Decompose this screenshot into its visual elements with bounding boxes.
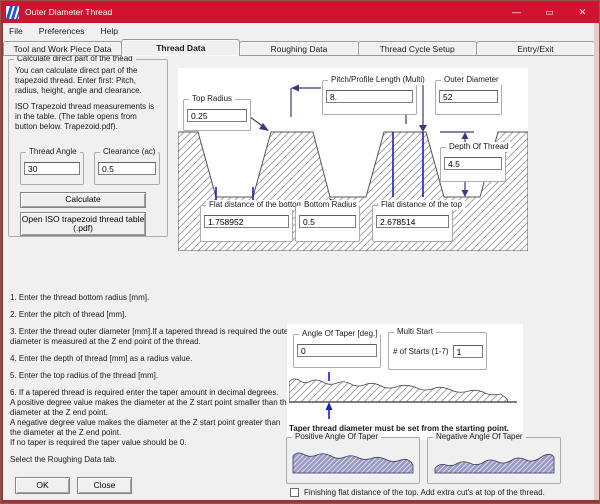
window-border-bottom: [1, 500, 599, 503]
outer-diameter-label: Outer Diameter: [441, 75, 502, 85]
bottom-radius-input[interactable]: [299, 215, 356, 228]
negative-taper-thumbnail: [432, 448, 557, 478]
finishing-flat-checkbox[interactable]: [290, 488, 299, 497]
instruction-1: 1. Enter the thread bottom radius [mm].: [10, 293, 292, 303]
taper-thread-drawing: [289, 372, 519, 420]
instruction-3: 3. Enter the thread outer diameter [mm].…: [10, 327, 292, 347]
tab-thread-cycle-setup[interactable]: Thread Cycle Setup: [358, 41, 477, 56]
pitch-profile-length-label: Pitch/Profile Length (Multi): [328, 75, 428, 85]
finishing-flat-checkbox-label: Finishing flat distance of the top. Add …: [304, 488, 545, 497]
bottom-radius-label: Bottom Radius: [301, 200, 359, 210]
instruction-5: 5. Enter the top radius of the thread [m…: [10, 371, 292, 381]
multi-start-label: Multi Start: [394, 327, 436, 337]
positive-angle-of-taper-label: Positive Angle Of Taper: [292, 432, 381, 442]
minimize-icon[interactable]: —: [500, 1, 533, 23]
close-icon[interactable]: ✕: [566, 1, 599, 23]
flat-distance-bottom-input[interactable]: [204, 215, 289, 228]
angle-of-taper-label: Angle Of Taper [deg.]: [299, 329, 380, 339]
thread-angle-group: Thread Angle: [20, 152, 84, 185]
negative-angle-of-taper-label: Negative Angle Of Taper: [433, 432, 526, 442]
number-of-starts-input[interactable]: [453, 345, 483, 358]
outer-diameter-input[interactable]: [439, 90, 498, 103]
pitch-profile-length-group: Pitch/Profile Length (Multi): [322, 80, 417, 115]
window-border-right: [594, 23, 599, 503]
instruction-2: 2. Enter the pitch of thread [mm].: [10, 310, 292, 320]
calc-paragraph-2: ISO Trapezoid thread measurements is in …: [15, 102, 161, 132]
top-radius-input[interactable]: [187, 109, 247, 122]
tabstrip-baseline: [3, 55, 594, 56]
maximize-icon[interactable]: ▭: [533, 1, 566, 23]
top-radius-label: Top Radius: [189, 94, 235, 104]
flat-distance-top-label: Flat distance of the top: [378, 200, 465, 210]
close-button[interactable]: Close: [77, 477, 132, 494]
tab-roughing-data[interactable]: Roughing Data: [239, 41, 358, 56]
angle-of-taper-input[interactable]: [297, 344, 377, 357]
calculate-direct-part-group: Calculate direct part of the thead You c…: [8, 59, 168, 237]
clearance-label: Clearance (ac): [100, 147, 158, 157]
tab-entry-exit[interactable]: Entry/Exit: [476, 41, 595, 56]
menu-file[interactable]: File: [9, 26, 23, 36]
instruction-6: 6. If a tapered thread is required enter…: [10, 388, 292, 448]
thread-data-tab-content: Calculate direct part of the thead You c…: [3, 56, 594, 500]
positive-taper-thumbnail: [291, 448, 416, 478]
finishing-flat-checkbox-row: Finishing flat distance of the top. Add …: [290, 488, 545, 497]
flat-distance-top-group: Flat distance of the top: [372, 205, 453, 242]
flat-distance-bottom-group: Flat distance of the bottom: [200, 205, 293, 242]
depth-of-thread-group: Depth Of Thread: [440, 147, 506, 182]
window-border-left: [1, 23, 3, 503]
bottom-radius-group: Bottom Radius: [295, 205, 360, 242]
pitch-profile-length-input[interactable]: [326, 90, 413, 103]
thread-angle-input[interactable]: [24, 162, 80, 175]
app-icon: [6, 6, 19, 19]
thread-profile-diagram: Top Radius Pitch/Profile Length (Multi) …: [178, 68, 528, 251]
ok-button[interactable]: OK: [15, 477, 70, 494]
depth-of-thread-input[interactable]: [444, 157, 502, 170]
menubar: File Preferences Help: [3, 23, 594, 39]
open-iso-trapezoid-table-button[interactable]: Open ISO trapezoid thread table (.pdf): [20, 212, 146, 236]
flat-distance-bottom-label: Flat distance of the bottom: [206, 200, 306, 210]
number-of-starts-label: # of Starts (1-7): [393, 347, 449, 356]
outer-diameter-group: Outer Diameter: [435, 80, 502, 115]
taper-profile: [289, 379, 508, 402]
instruction-select-roughing-tab: Select the Roughing Data tab.: [10, 455, 292, 465]
instructions: 1. Enter the thread bottom radius [mm]. …: [10, 293, 292, 472]
multi-start-group: Multi Start # of Starts (1-7): [388, 332, 487, 370]
negative-angle-of-taper-group: Negative Angle Of Taper: [427, 437, 561, 484]
menu-preferences[interactable]: Preferences: [39, 26, 85, 36]
outer-diameter-thread-window: Outer Diameter Thread — ▭ ✕ File Prefere…: [0, 0, 600, 504]
instruction-4: 4. Enter the depth of thread [mm] as a r…: [10, 354, 292, 364]
calculate-button[interactable]: Calculate: [20, 192, 146, 208]
titlebar: Outer Diameter Thread — ▭ ✕: [1, 1, 599, 23]
taper-panel: Angle Of Taper [deg.] Multi Start # of S…: [287, 324, 523, 440]
window-title: Outer Diameter Thread: [25, 7, 500, 17]
calc-paragraph-1: You can calculate direct part of the tra…: [15, 66, 161, 96]
thread-angle-label: Thread Angle: [26, 147, 80, 157]
menu-help[interactable]: Help: [101, 26, 118, 36]
angle-of-taper-group: Angle Of Taper [deg.]: [293, 334, 381, 368]
depth-of-thread-label: Depth Of Thread: [446, 142, 511, 152]
clearance-group: Clearance (ac): [94, 152, 160, 185]
positive-angle-of-taper-group: Positive Angle Of Taper: [286, 437, 420, 484]
clearance-input[interactable]: [98, 162, 156, 175]
tab-thread-data[interactable]: Thread Data: [121, 39, 240, 56]
flat-distance-top-input[interactable]: [376, 215, 449, 228]
top-radius-group: Top Radius: [183, 99, 251, 131]
